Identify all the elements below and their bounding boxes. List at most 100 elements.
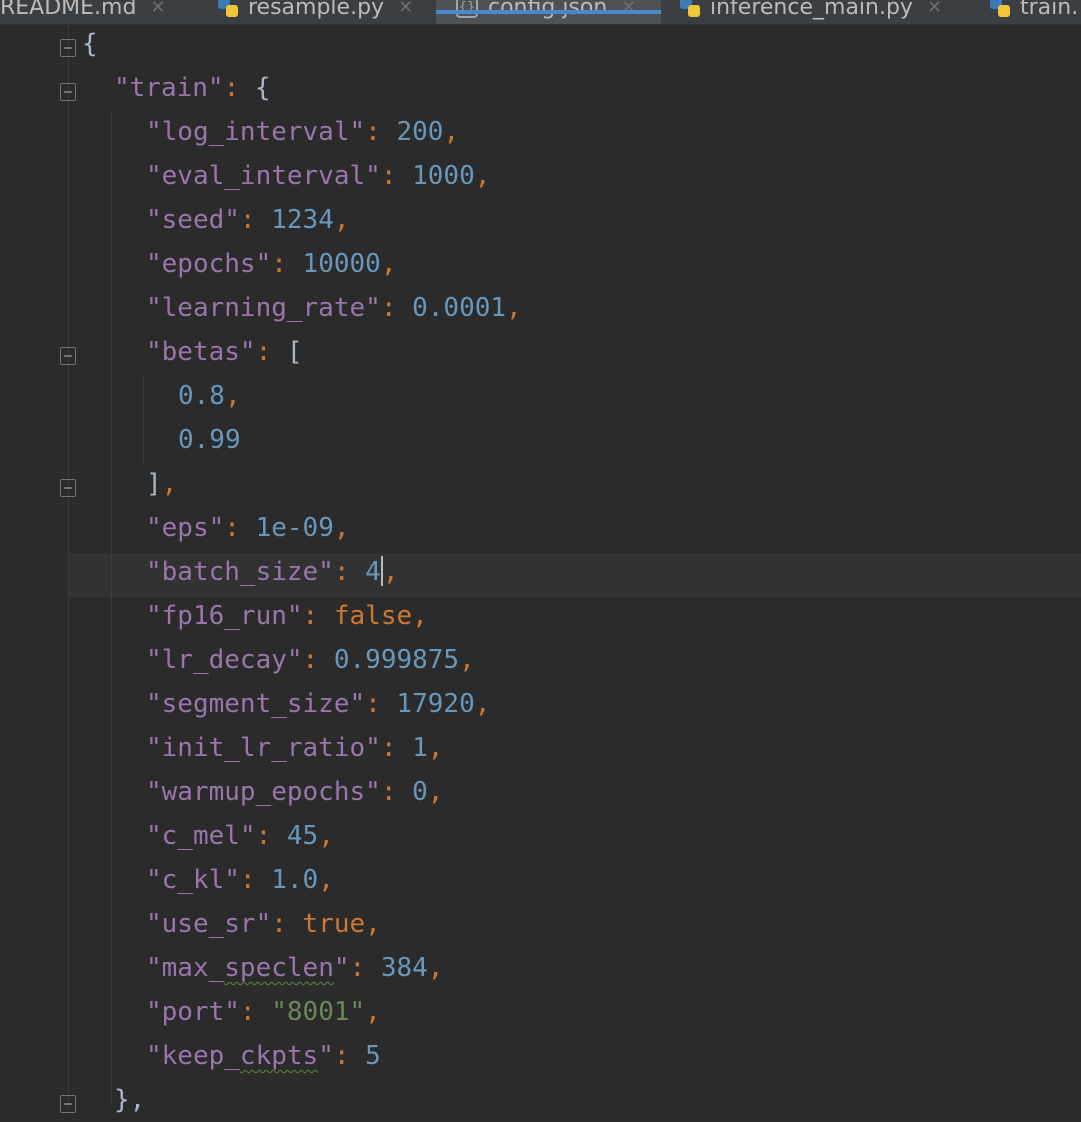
json-file-icon: {} [456,0,478,18]
comma: , [412,601,428,631]
code-line-fp16_run[interactable]: "fp16_run": false, [146,594,428,638]
code-line-seed[interactable]: "seed": 1234, [146,198,350,242]
colon: : [223,73,255,103]
spell-warning: speclen [224,953,334,983]
code-line-eps[interactable]: "eps": 1e-09, [146,506,350,550]
code-line-segment_size[interactable]: "segment_size": 17920, [146,682,490,726]
indent-guide [111,113,112,1103]
json-key: "betas" [146,337,256,367]
code-line-batch_size[interactable]: "batch_size": 4, [146,550,398,594]
spell-warning: ckpts [239,1041,319,1071]
code-line-epochs[interactable]: "epochs": 10000, [146,242,396,286]
colon: : [333,557,366,587]
comma: , [224,381,241,411]
comma: , [474,689,491,719]
code-line-train-close[interactable]: }, [114,1078,145,1122]
json-key: "keep_ [146,1041,240,1071]
colon: : [239,997,272,1027]
colon: : [333,1041,366,1071]
fold-toggle-icon[interactable] [60,39,76,57]
colon: : [255,337,287,367]
code-line-beta-0[interactable]: 0.8, [178,374,241,418]
json-value: 0.999875 [333,645,460,675]
colon: : [365,117,397,147]
code-line-eval_interval[interactable]: "eval_interval": 1000, [146,154,490,198]
code-line-beta-1[interactable]: 0.99 [178,418,241,462]
json-key: "warmup_epochs" [146,777,381,807]
tab-config-json[interactable]: {} config.json ✕ [436,0,661,24]
indent-guide [143,377,144,465]
json-key: "use_sr" [146,909,272,939]
json-key: " [333,953,350,983]
code-line-keep_ckpts[interactable]: "keep_ckpts": 5 [146,1034,381,1078]
json-key: "batch_size" [146,557,334,587]
code-line-max_speclen[interactable]: "max_speclen": 384, [146,946,443,990]
fold-toggle-icon[interactable] [60,347,76,365]
comma: , [506,293,522,323]
code-line-betas[interactable]: "betas": [ [146,330,303,374]
colon: : [365,689,397,719]
colon: : [224,513,256,543]
close-icon[interactable]: ✕ [150,0,165,18]
code-line-c_kl[interactable]: "c_kl": 1.0, [146,858,334,902]
code-line-c_mel[interactable]: "c_mel": 45, [146,814,334,858]
json-key: " [318,1041,334,1071]
comma: , [474,161,491,191]
close-icon[interactable]: ✕ [398,0,413,18]
comma: , [161,469,178,499]
tab-label: inference_main.py [710,0,913,20]
tab-readme[interactable]: README.md ✕ [0,0,166,24]
colon: : [302,601,334,631]
code-line-train[interactable]: "train": { [114,66,271,110]
tab-label: README.md [0,0,137,20]
json-key: "epochs" [146,249,272,279]
json-key: "lr_decay" [146,645,303,675]
colon: : [271,249,303,279]
code-line-learning_rate[interactable]: "learning_rate": 0.0001, [146,286,522,330]
colon: : [380,733,413,763]
json-value: 17920 [396,689,475,719]
code-line-betas-close[interactable]: ], [146,462,177,506]
json-value: 0 [412,777,428,807]
python-file-icon [990,0,1010,17]
code-line-use_sr[interactable]: "use_sr": true, [146,902,381,946]
fold-toggle-icon[interactable] [60,83,76,101]
tab-train[interactable]: train. [990,0,1078,24]
json-value: 0.0001 [412,293,507,323]
tab-inference-main[interactable]: inference_main.py ✕ [680,0,942,24]
code-line-lr_decay[interactable]: "lr_decay": 0.999875, [146,638,475,682]
json-key: "c_mel" [146,821,256,851]
colon: : [239,865,272,895]
comma: , [459,645,475,675]
json-key: "eval_interval" [146,161,381,191]
comma: , [333,513,350,543]
colon: : [271,909,303,939]
code-line-open[interactable]: { [82,22,98,66]
json-key: "learning_rate" [146,293,381,323]
code-line-port[interactable]: "port": "8001", [146,990,381,1034]
code-line-log_interval[interactable]: "log_interval": 200, [146,110,459,154]
comma: , [427,953,444,983]
colon: : [239,205,272,235]
code-editor[interactable]: {"train": {"log_interval": 200, "eval_int… [0,22,1081,1115]
code-line-warmup_epochs[interactable]: "warmup_epochs": 0, [146,770,443,814]
editor-tab-bar: README.md ✕ resample.py ✕ {} config.json… [0,0,1081,25]
fold-toggle-icon[interactable] [60,1095,76,1113]
comma: , [427,733,444,763]
json-value: "8001" [271,997,366,1027]
json-value: 5 [365,1041,381,1071]
close-icon[interactable]: ✕ [927,0,942,18]
json-key: "eps" [146,513,225,543]
fold-toggle-icon[interactable] [60,479,76,497]
colon: : [349,953,381,983]
code-line-init_lr_ratio[interactable]: "init_lr_ratio": 1, [146,726,443,770]
array-value: 0.8 [178,381,225,411]
comma: , [427,777,444,807]
colon: : [255,821,287,851]
close-icon[interactable]: ✕ [621,0,636,18]
json-value: 1.0 [271,865,319,895]
tab-resample[interactable]: resample.py ✕ [218,0,413,24]
json-key: "segment_size" [146,689,366,719]
comma: , [382,557,399,587]
json-value: 45 [286,821,319,851]
